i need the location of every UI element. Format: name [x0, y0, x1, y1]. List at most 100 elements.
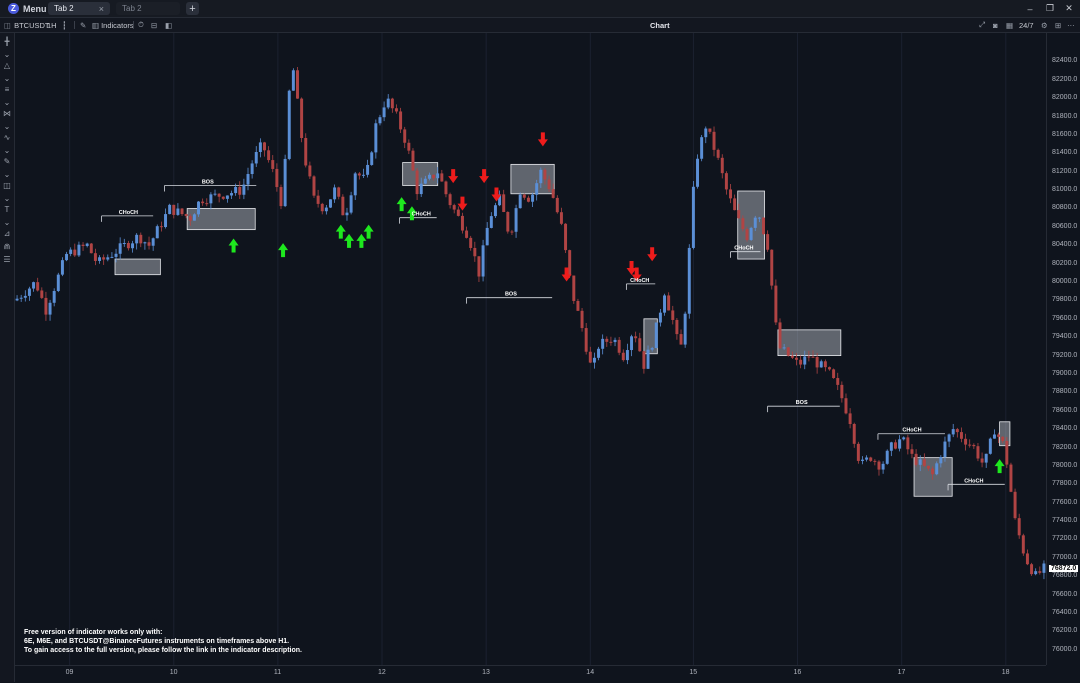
candle-body [324, 207, 328, 212]
layers-icon[interactable]: ☰ [2, 255, 12, 264]
replay-icon[interactable]: ⊟ [151, 18, 157, 32]
candle-body [279, 187, 283, 207]
brush-tool-icon[interactable]: ✎ [2, 157, 12, 166]
candle-body [601, 338, 605, 349]
candle-body [485, 227, 489, 246]
candle-body [250, 163, 254, 175]
shapes-tool-icon[interactable]: ◫ [2, 181, 12, 190]
candle-body [184, 214, 188, 216]
menu-button[interactable]: Z Menu [4, 2, 51, 15]
measure-tool-icon[interactable]: ⊿ [2, 229, 12, 238]
candle-body [469, 237, 473, 248]
candle-body [786, 347, 790, 356]
lines-tool-icon[interactable]: ≡ [2, 85, 12, 94]
candle-body [828, 367, 831, 370]
settings-gear-icon[interactable]: ⚙ [1041, 18, 1048, 32]
chevron-down-icon[interactable]: ⌄ [2, 146, 12, 155]
chevron-down-icon[interactable]: ⌄ [2, 74, 12, 83]
candle-body [432, 174, 436, 179]
chart-type-icon[interactable]: ┇ [62, 18, 67, 32]
candle-body [180, 208, 184, 215]
candle-body [48, 302, 52, 315]
pattern-tool-icon[interactable]: ⋈ [2, 109, 12, 118]
grid-layout-icon[interactable]: ⊞ [1055, 18, 1061, 32]
candle-body [856, 443, 860, 461]
more-options-icon[interactable]: ⋯ [1067, 18, 1075, 32]
candle-body [176, 208, 180, 215]
candle-body [514, 208, 518, 232]
pencil-icon[interactable]: ✎ [80, 18, 86, 32]
candle-body [881, 463, 885, 470]
chevron-down-icon[interactable]: ⌄ [2, 194, 12, 203]
chevron-down-icon[interactable]: ⌄ [2, 218, 12, 227]
time-tick-label: 13 [482, 669, 490, 676]
candle-body [234, 187, 238, 194]
candle-body [918, 459, 922, 465]
candle-body [52, 290, 56, 303]
notice-line: 6E, M6E, and BTCUSDT@BinanceFutures inst… [24, 638, 290, 646]
magnet-icon[interactable]: ⋒ [2, 242, 12, 251]
alert-icon[interactable]: ⏱ [138, 18, 144, 32]
candle-body [427, 174, 431, 179]
add-tab-button[interactable]: + [186, 2, 199, 15]
session-label[interactable]: 24/7 [1019, 18, 1034, 32]
candle-body [366, 164, 370, 175]
price-tick-label: 82400.0 [1052, 57, 1078, 65]
indicators-button[interactable]: ▥ Indicators [92, 18, 134, 32]
candle-body [225, 195, 229, 199]
text-tool-icon[interactable]: T [2, 205, 12, 214]
curve-tool-icon[interactable]: ∿ [2, 133, 12, 142]
time-axis[interactable]: 09 10 11 12 13 14 15 16 17 18 [15, 665, 1046, 683]
fullscreen-icon[interactable]: ⤢ [979, 18, 985, 32]
candle-body [147, 242, 151, 246]
candle-body [922, 459, 926, 466]
price-tick-label: 77000.0 [1052, 553, 1078, 561]
price-tick-label: 81200.0 [1052, 167, 1078, 175]
interval-selector[interactable]: 1H [47, 18, 57, 32]
candle-body [675, 319, 679, 335]
close-tab-icon[interactable]: × [99, 4, 104, 14]
calendar-icon[interactable]: ▦ [1006, 18, 1013, 32]
candle-body [44, 297, 48, 315]
candle-body [559, 212, 563, 224]
candle-body [968, 444, 972, 446]
tab-active[interactable]: Tab 2 × [48, 2, 110, 15]
candle-body [444, 181, 448, 195]
candle-body [873, 460, 877, 462]
close-window-button[interactable]: ✕ [1062, 2, 1076, 15]
structure-label: CHoCH [119, 210, 138, 216]
price-tick-label: 79000.0 [1052, 369, 1078, 377]
candle-body [844, 398, 848, 414]
chevron-down-icon[interactable]: ⌄ [2, 98, 12, 107]
time-tick-label: 12 [378, 669, 386, 676]
candle-body [452, 205, 456, 210]
price-tick-label: 79400.0 [1052, 333, 1078, 341]
chevron-down-icon[interactable]: ⌄ [2, 50, 12, 59]
candle-body [947, 434, 951, 442]
indicators-icon: ▥ [92, 20, 100, 30]
chart-toolbar: ◫ BTCUSDT 1H ┇ ✎ ▥ Indicators ⏱ ⊟ ◧ Char… [0, 18, 1080, 33]
candle-body [155, 226, 159, 239]
crosshair-icon[interactable]: ╋ [2, 37, 12, 46]
price-tick-label: 80400.0 [1052, 241, 1078, 249]
candle-body [984, 453, 988, 463]
symbol-selector[interactable]: ◫ BTCUSDT [4, 18, 50, 32]
chevron-down-icon[interactable]: ⌄ [2, 122, 12, 131]
layout-icon[interactable]: ◧ [165, 18, 172, 32]
triangle-tool-icon[interactable]: △ [2, 61, 12, 70]
chevron-down-icon[interactable]: ⌄ [2, 170, 12, 179]
tab-inactive[interactable]: Tab 2 [116, 2, 180, 15]
candle-body [815, 357, 819, 368]
candle-body [341, 196, 345, 216]
candle-body [526, 197, 530, 202]
camera-icon[interactable]: ◙ [993, 18, 998, 32]
candle-body [415, 170, 419, 195]
restore-button[interactable]: ❐ [1043, 2, 1057, 15]
price-chart[interactable]: CHoCH BOS CHoCH BOS CHoCH CHoCH BOS CHoCH CHoCH [15, 33, 1046, 665]
price-tick-label: 77200.0 [1052, 535, 1078, 543]
candle-body [852, 423, 856, 444]
minimize-button[interactable]: – [1023, 2, 1037, 15]
price-axis[interactable]: 82400.0 82200.0 82000.0 81800.0 81600.0 81400… [1046, 33, 1080, 665]
candle-body [992, 434, 996, 439]
candle-body [691, 186, 695, 248]
